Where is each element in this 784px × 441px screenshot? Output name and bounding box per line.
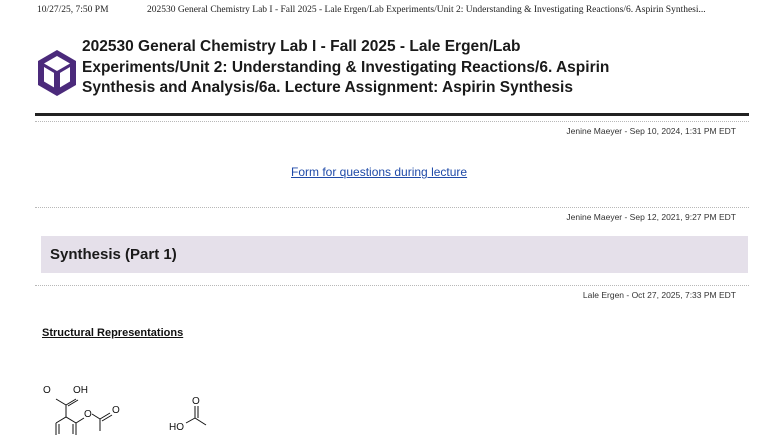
print-header: 10/27/25, 7:50 PM 202530 General Chemist… bbox=[0, 0, 784, 20]
aspirin-label: OH bbox=[73, 385, 88, 396]
acetic-acid-structure: O HO bbox=[169, 396, 207, 433]
entry-author-meta: Jenine Maeyer - Sep 12, 2021, 9:27 PM ED… bbox=[566, 212, 736, 222]
structural-representations-heading: Structural Representations bbox=[42, 327, 184, 339]
aspirin-label: O bbox=[43, 385, 51, 396]
questions-form-link[interactable]: Form for questions during lecture bbox=[291, 165, 467, 179]
aspirin-label: O bbox=[112, 405, 120, 416]
section-title: Synthesis (Part 1) bbox=[50, 246, 177, 263]
entry-divider bbox=[35, 285, 749, 286]
acetic-acid-label: O bbox=[192, 396, 200, 407]
aspirin-label: O bbox=[84, 409, 92, 420]
title-divider bbox=[35, 113, 749, 116]
section-header: Synthesis (Part 1) bbox=[41, 236, 748, 273]
entry-divider bbox=[35, 207, 749, 208]
acetic-acid-label: HO bbox=[169, 422, 184, 433]
aspirin-structure: O OH O O bbox=[43, 385, 120, 435]
entry-author-meta: Lale Ergen - Oct 27, 2025, 7:33 PM EDT bbox=[582, 290, 736, 300]
entry-divider bbox=[35, 121, 749, 122]
print-title: 202530 General Chemistry Lab I - Fall 20… bbox=[147, 5, 706, 15]
cube-logo-icon bbox=[38, 50, 76, 96]
page-title: 202530 General Chemistry Lab I - Fall 20… bbox=[82, 38, 610, 97]
print-date: 10/27/25, 7:50 PM bbox=[37, 5, 109, 15]
entry-author-meta: Jenine Maeyer - Sep 10, 2024, 1:31 PM ED… bbox=[566, 126, 736, 136]
